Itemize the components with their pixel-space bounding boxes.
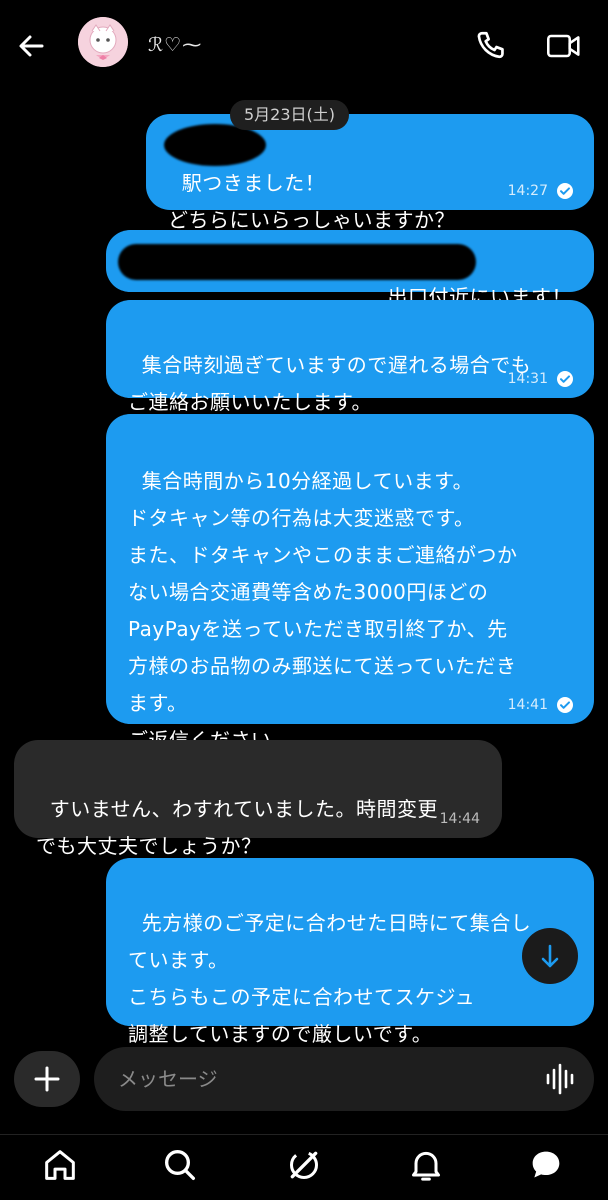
message-bubble-outgoing[interactable]: 駅つきました！ どちらにいらっしゃいますか？ 14:27 (146, 114, 594, 232)
read-check-icon (557, 697, 573, 713)
phone-icon (477, 31, 504, 59)
date-separator: 5月23日(土) (230, 100, 350, 130)
search-icon (165, 1150, 195, 1180)
message-time: 14:41 (507, 697, 548, 713)
message-text: すいません、わすれていました。時間変更 でも大丈夫でしょうか？ (36, 797, 439, 858)
message-text: 集合時刻過ぎていますので遅れる場合でも ご連絡お願いいたします。 (128, 353, 532, 414)
redaction-mark (164, 124, 266, 166)
message-bubble-outgoing[interactable]: 出口付近にいます！ (106, 230, 594, 309)
tab-grok[interactable] (284, 1145, 324, 1185)
message-time: 14:27 (507, 183, 548, 199)
avatar[interactable] (78, 17, 128, 67)
message-text: 先方様のご予定に合わせた日時にて集合し ています。 こちらもこの予定に合わせてス… (128, 911, 532, 1046)
message-text: 集合時間から10分経過しています。 ドタキャン等の行為は大変迷惑です。 また、ド… (128, 469, 518, 752)
grok-icon (290, 1151, 318, 1179)
voice-message-button[interactable] (544, 1062, 576, 1096)
message-bubble-outgoing[interactable]: 先方様のご予定に合わせた日時にて集合し ています。 こちらもこの予定に合わせてス… (106, 858, 594, 1046)
read-check-icon (557, 183, 573, 199)
message-bubble-outgoing[interactable]: 集合時間から10分経過しています。 ドタキャン等の行為は大変迷惑です。 また、ド… (106, 414, 594, 752)
read-check-icon (557, 371, 573, 387)
bottom-navigation (0, 1134, 608, 1200)
message-composer (0, 1040, 608, 1114)
message-time: 14:44 (439, 811, 480, 827)
voice-call-button[interactable] (472, 28, 508, 64)
video-camera-icon (547, 34, 580, 58)
bell-icon (412, 1151, 440, 1181)
home-icon (45, 1150, 75, 1180)
message-time: 14:31 (507, 371, 548, 387)
message-input[interactable] (94, 1047, 594, 1111)
message-text: 駅つきました！ どちらにいらっしゃいますか？ (168, 171, 455, 232)
arrow-down-icon (541, 944, 559, 968)
message-bubble-incoming[interactable]: すいません、わすれていました。時間変更 でも大丈夫でしょうか？ 14:44 (14, 740, 502, 858)
tab-home[interactable] (40, 1145, 80, 1185)
video-call-button[interactable] (544, 28, 584, 64)
contact-name[interactable]: ℛ♡︎⁓ (148, 34, 202, 56)
conversation-header: ℛ♡︎⁓ (0, 0, 608, 90)
avatar-image (78, 17, 128, 67)
redaction-mark (118, 244, 476, 280)
chat-bubble-icon (532, 1151, 560, 1178)
tab-messages[interactable] (526, 1145, 566, 1185)
tab-search[interactable] (160, 1145, 200, 1185)
tab-notifications[interactable] (406, 1145, 446, 1185)
waveform-icon (546, 1063, 574, 1095)
back-button[interactable] (14, 28, 50, 64)
arrow-left-icon (19, 35, 44, 57)
plus-icon (34, 1066, 60, 1092)
scroll-to-bottom-button[interactable] (522, 928, 578, 984)
message-bubble-outgoing[interactable]: 集合時刻過ぎていますので遅れる場合でも ご連絡お願いいたします。 14:31 (106, 300, 594, 414)
add-attachment-button[interactable] (14, 1051, 80, 1107)
